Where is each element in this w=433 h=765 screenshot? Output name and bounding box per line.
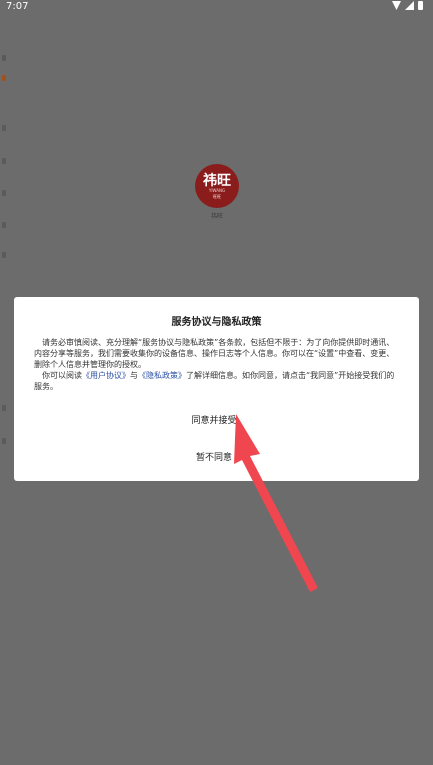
app-logo: 祎旺 YIWANG 旺旺: [195, 164, 239, 208]
edge-mark: [2, 222, 6, 228]
edge-mark: [2, 252, 6, 258]
battery-icon: [418, 1, 423, 10]
edge-mark: [2, 405, 6, 411]
dialog-paragraph-2: 你可以阅读《用户协议》与《隐私政策》了解详细信息。如你同意，请点击“我同意”开始…: [34, 370, 402, 392]
edge-mark: [2, 190, 6, 196]
logo-text-bottom: 旺旺: [213, 193, 221, 199]
edge-mark: [2, 75, 6, 81]
pointer-arrow-icon: [234, 414, 318, 592]
dialog-paragraph-1: 请务必审慎阅读、充分理解“服务协议与隐私政策”各条款，包括但不限于：为了向你提供…: [34, 338, 395, 369]
wifi-icon: [392, 1, 401, 10]
background-edge-marks: [0, 0, 12, 765]
app-name: 祎旺: [210, 213, 223, 220]
edge-mark: [2, 438, 6, 444]
privacy-policy-link[interactable]: 《隐私政策》: [138, 371, 186, 380]
dialog-title: 服务协议与隐私政策: [171, 317, 262, 328]
privacy-dialog: 服务协议与隐私政策 请务必审慎阅读、充分理解“服务协议与隐私政策”各条款，包括但…: [14, 297, 419, 481]
edge-mark: [2, 125, 6, 131]
edge-mark: [2, 55, 6, 61]
status-bar: 7:07: [0, 0, 433, 14]
logo-text-top: 祎旺: [203, 172, 231, 189]
dialog-body: 请务必审慎阅读、充分理解“服务协议与隐私政策”各条款，包括但不限于：为了向你提供…: [34, 337, 402, 392]
edge-mark: [2, 158, 6, 164]
paragraph-2-prefix: 你可以阅读: [42, 371, 82, 380]
status-icons: [392, 1, 423, 10]
user-agreement-link[interactable]: 《用户协议》: [82, 371, 130, 380]
paragraph-2-and: 与: [130, 371, 138, 380]
signal-icon: [405, 1, 414, 10]
